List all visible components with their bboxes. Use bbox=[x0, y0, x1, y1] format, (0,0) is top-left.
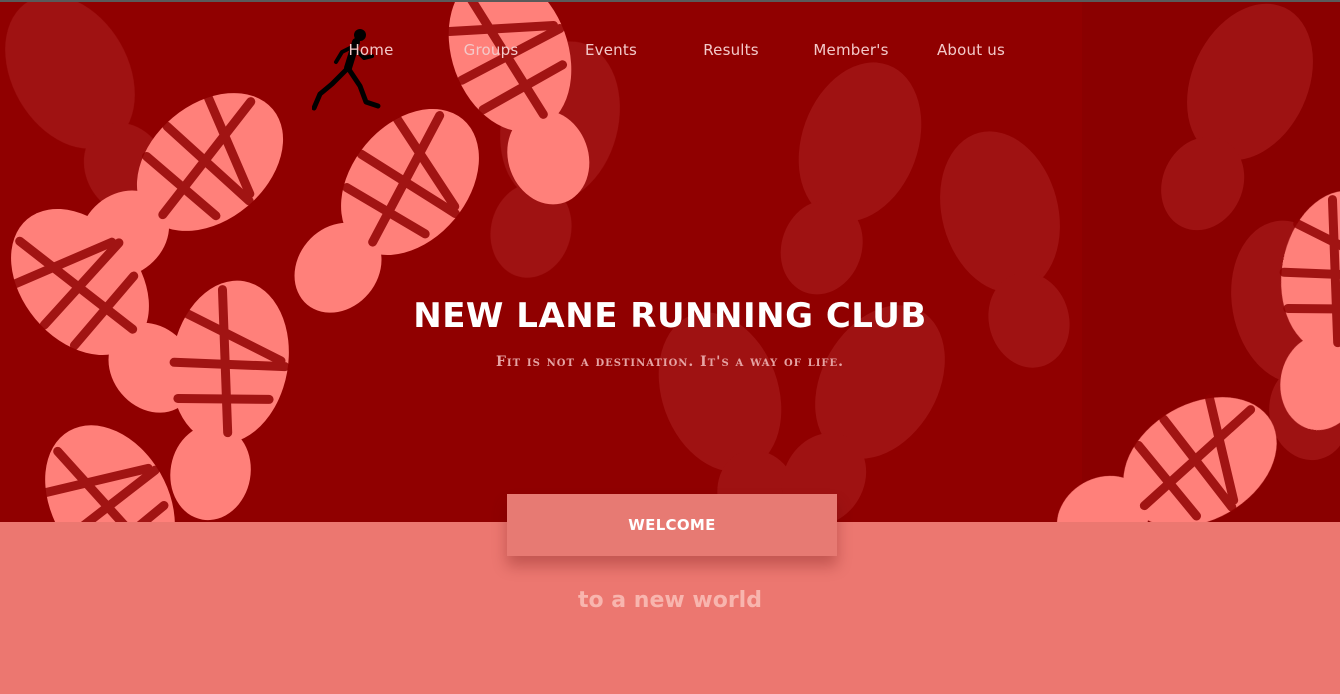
welcome-banner: WELCOME bbox=[507, 494, 837, 556]
hero-tagline: Fit is not a destination. It's a way of … bbox=[495, 354, 845, 370]
nav-item-home[interactable]: Home bbox=[316, 40, 426, 60]
top-border bbox=[0, 0, 1340, 2]
page-title: NEW LANE RUNNING CLUB bbox=[413, 296, 927, 336]
nav-item-members[interactable]: Member's bbox=[796, 40, 906, 60]
page: Home Groups Events Results Member's Abou… bbox=[0, 0, 1340, 694]
nav-item-events[interactable]: Events bbox=[556, 40, 666, 60]
main-nav: Home Groups Events Results Member's Abou… bbox=[0, 2, 1340, 102]
nav-item-groups[interactable]: Groups bbox=[436, 40, 546, 60]
welcome-subtitle: to a new world bbox=[578, 588, 762, 613]
nav-item-results[interactable]: Results bbox=[676, 40, 786, 60]
nav-item-about-us[interactable]: About us bbox=[916, 40, 1026, 60]
hero-section: Home Groups Events Results Member's Abou… bbox=[0, 2, 1340, 522]
